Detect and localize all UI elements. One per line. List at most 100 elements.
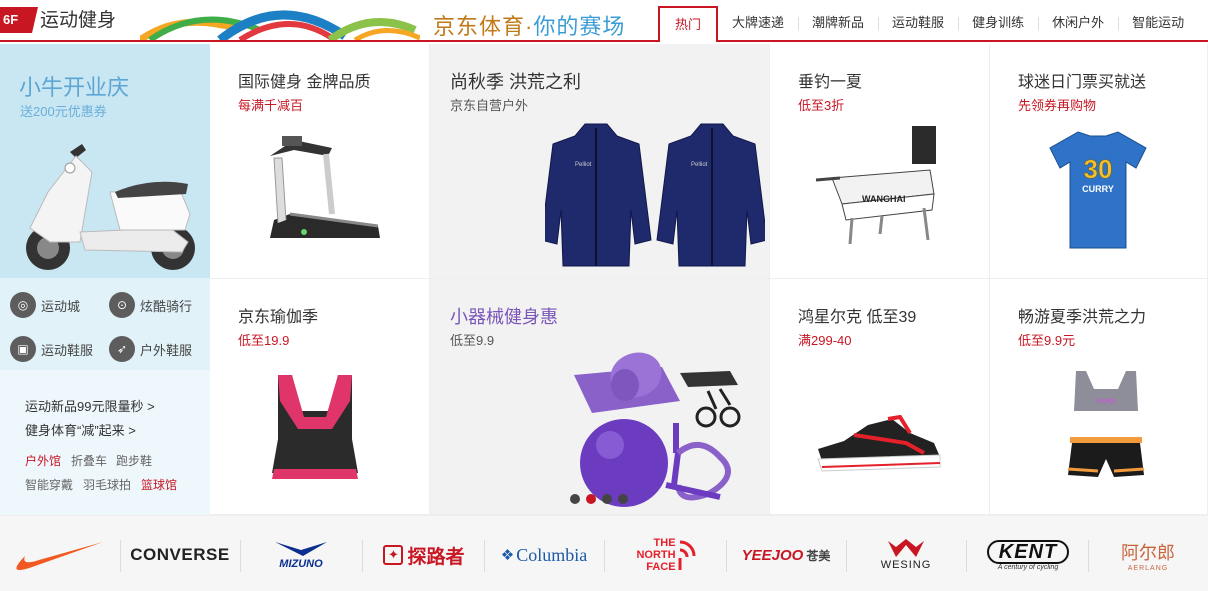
card-subtitle: 低至19.9 (238, 333, 290, 348)
card-subtitle: 低至9.9 (450, 333, 495, 348)
carousel-dots (570, 494, 628, 504)
mizuno-runbird-icon (275, 542, 327, 556)
tnf-logo-line1: THE (653, 537, 676, 549)
category-shortcuts: ◎ 运动城 ⊙ 炫酷骑行 ▣ 运动鞋服 ➶ 户外鞋服 (0, 278, 210, 370)
toread-icon: ✦ (383, 545, 404, 565)
card-subtitle: 低至3折 (798, 98, 845, 113)
floor-title: 运动健身 (40, 10, 117, 31)
card-title: 尚秋季 洪荒之利 (450, 72, 582, 92)
left-links: 运动新品99元限量秒 > 健身体育“减”起来 > 户外馆 折叠车 跑步鞋 智能穿… (0, 370, 210, 515)
shirt-name: CURRY (1082, 184, 1114, 194)
treadmill-image (270, 136, 380, 238)
brand-converse[interactable]: CONVERSE (130, 530, 230, 580)
jackets-image: Pelliot Pelliot (545, 123, 765, 267)
shirt-number: 30 (1084, 154, 1113, 184)
brand-the-north-face[interactable]: THE NORTH FACE (616, 530, 716, 580)
card-title: 京东瑜伽季 (238, 309, 319, 326)
aerlang-logo: 阿尔郎 (1121, 542, 1175, 564)
sports-bra-image (272, 375, 358, 479)
jacket-logo: Pelliot (575, 162, 592, 168)
scooter-image (26, 144, 195, 270)
card-swim[interactable]: 畅游夏季洪荒之力 低至9.9元 SANQI (990, 279, 1208, 515)
header-decoration (140, 10, 420, 40)
brand-mizuno[interactable]: MIZUNO (248, 530, 354, 580)
jacket-logo: Pelliot (691, 162, 708, 168)
columbia-icon: ❖ (500, 547, 515, 564)
tab-smart-sport[interactable]: 智能运动 (1118, 6, 1198, 40)
tab-trend-new[interactable]: 潮牌新品 (798, 6, 878, 40)
card-small-equipment[interactable]: 小器械健身惠 低至9.9 (430, 279, 770, 515)
card-subtitle: 低至9.9元 (1018, 333, 1076, 348)
brand-columbia[interactable]: ❖ Columbia (492, 530, 596, 580)
fishing-chair-image: WANGHAI (815, 126, 936, 245)
aerlang-sub-logo: AERLANG (1127, 564, 1169, 572)
brand-kent[interactable]: KENT A century of cycling (976, 530, 1080, 580)
card-erke[interactable]: 鸿星尔克 低至39 满299-40 (770, 279, 990, 515)
link-running-shoes[interactable]: 跑步鞋 (116, 452, 152, 469)
yeejoo-cn-logo: 苍美 (806, 548, 831, 563)
card-jackets[interactable]: 尚秋季 洪荒之利 京东自营户外 Pelliot Pelliot (430, 44, 770, 279)
cat-cycling[interactable]: ⊙ 炫酷骑行 (109, 292, 192, 318)
floor-tabs: 热门 大牌速递 潮牌新品 运动鞋服 健身训练 休闲户外 智能运动 (658, 6, 1198, 42)
runner-icon: ➶ (109, 336, 135, 362)
card-subtitle: 京东自营户外 (450, 98, 529, 113)
link-badminton-racket[interactable]: 羽毛球拍 (83, 476, 131, 493)
tab-hot[interactable]: 热门 (658, 6, 719, 42)
card-subtitle: 满299-40 (798, 333, 852, 348)
tab-sport-shoes-clothes[interactable]: 运动鞋服 (878, 6, 958, 40)
carousel-dot-4[interactable] (618, 494, 628, 504)
link-fitness-reduce[interactable]: 健身体育“减”起来 > (25, 420, 136, 439)
brand-nike[interactable] (12, 530, 108, 580)
wesing-logo: WESING (880, 559, 932, 571)
cat-outdoor-wear[interactable]: ➶ 户外鞋服 (109, 336, 192, 362)
carousel-dot-1[interactable] (570, 494, 580, 504)
link-outdoor-hall[interactable]: 户外馆 (25, 452, 61, 469)
tnf-arcs-icon (678, 540, 696, 570)
card-title: 垂钓一夏 (798, 74, 863, 91)
link-folding-bike[interactable]: 折叠车 (71, 452, 107, 469)
sneaker-image (817, 415, 941, 472)
kent-tagline: A century of cycling (997, 563, 1059, 571)
brand-aerlang[interactable]: 阿尔郎 AERLANG (1100, 530, 1196, 580)
cat-sportswear[interactable]: ▣ 运动鞋服 (10, 336, 93, 362)
tab-brand-express[interactable]: 大牌速递 (718, 6, 798, 40)
toread-logo: 探路者 (407, 545, 465, 568)
cat-label: 运动城 (41, 298, 81, 314)
card-title: 小器械健身惠 (450, 307, 558, 327)
tab-leisure-outdoor[interactable]: 休闲户外 (1038, 6, 1118, 40)
tnf-logo-line3: FACE (646, 561, 676, 573)
card-subtitle: 先领券再购物 (1018, 98, 1097, 113)
brand-yeejoo[interactable]: YEEJOO 苍美 (736, 530, 836, 580)
promo-banner[interactable]: 小牛开业庆 送200元优惠券 (0, 44, 210, 278)
swimwear-image: SANQI (1067, 371, 1145, 477)
card-treadmill[interactable]: 国际健身 金牌品质 每满千减百 (210, 44, 430, 279)
tab-fitness-training[interactable]: 健身训练 (958, 6, 1038, 40)
wesing-w-icon (888, 539, 924, 557)
card-subtitle: 每满千减百 (238, 98, 304, 113)
bicycle-icon: ⊙ (109, 292, 135, 318)
card-title: 球迷日门票买就送 (1018, 74, 1147, 91)
shirt-icon: ▣ (10, 336, 36, 362)
carousel-dot-3[interactable] (602, 494, 612, 504)
header-slogan: 京东体育·你的赛场 (433, 13, 625, 41)
swimwear-brand: SANQI (1097, 399, 1116, 405)
brand-wesing[interactable]: WESING (858, 530, 954, 580)
carousel-dot-2[interactable] (586, 494, 596, 504)
card-title: 国际健身 金牌品质 (238, 74, 371, 91)
brand-toread[interactable]: ✦ 探路者 (372, 530, 476, 580)
converse-logo: CONVERSE (130, 545, 230, 564)
card-yoga[interactable]: 京东瑜伽季 低至19.9 (210, 279, 430, 515)
link-basketball-hall[interactable]: 篮球馆 (141, 476, 177, 493)
card-title: 畅游夏季洪荒之力 (1018, 309, 1147, 326)
link-smart-wear[interactable]: 智能穿戴 (25, 476, 73, 493)
yeejoo-logo: YEEJOO (741, 546, 804, 564)
nike-swoosh-icon (16, 542, 104, 570)
cat-sport-city[interactable]: ◎ 运动城 (10, 292, 80, 318)
brand-strip: CONVERSE MIZUNO ✦ 探路者 ❖ Columbia THE NOR… (0, 515, 1208, 591)
slogan-part-b: 你的赛场 (533, 14, 626, 39)
floor-badge: 6F (0, 7, 38, 33)
link-new-arrivals-sale[interactable]: 运动新品99元限量秒 > (25, 396, 155, 415)
card-fishing[interactable]: 垂钓一夏 低至3折 WANGHAI (770, 44, 990, 279)
left-column: 小牛开业庆 送200元优惠券 ◎ 运动城 ⊙ 炫酷骑行 ▣ 运动鞋服 ➶ 户外鞋服 运动… (0, 44, 210, 515)
card-tickets[interactable]: 球迷日门票买就送 先领券再购物 30 CURRY (990, 44, 1208, 279)
